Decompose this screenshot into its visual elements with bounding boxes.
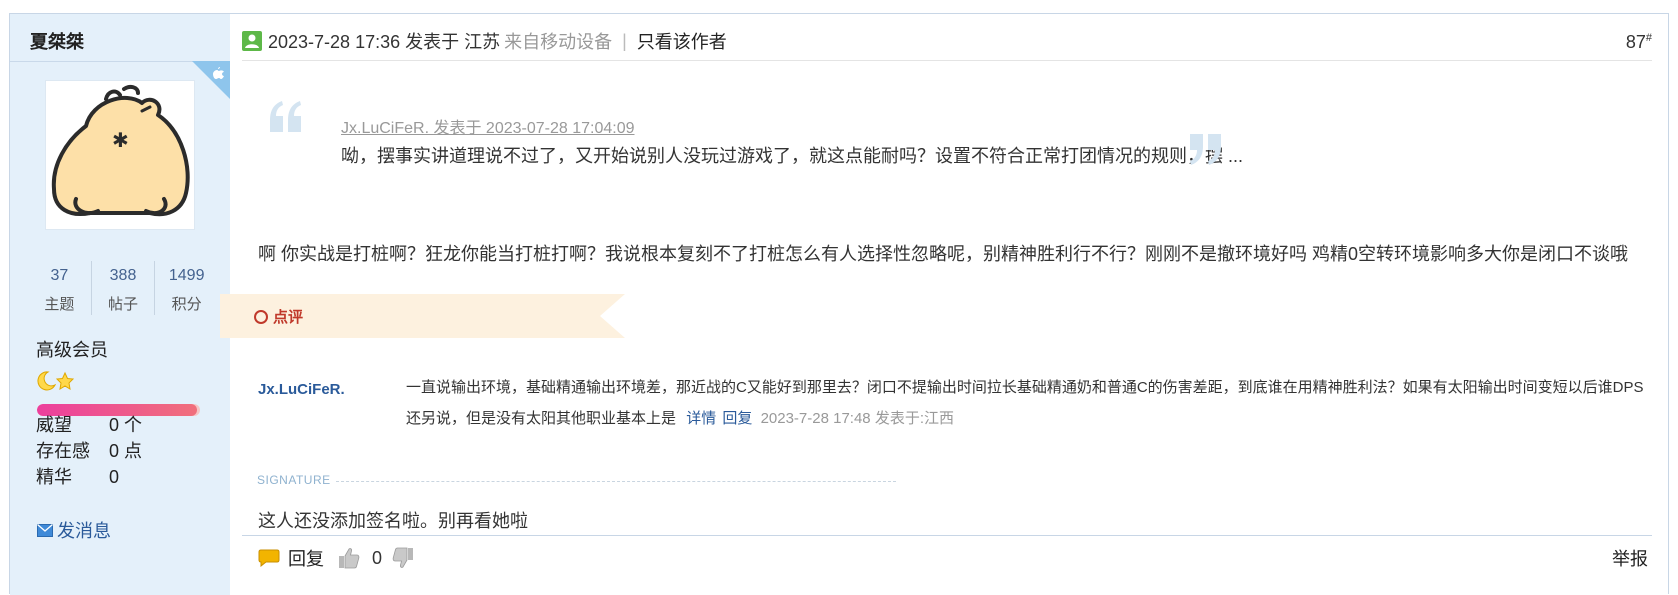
stat-label: 帖子 — [108, 296, 139, 313]
moon-icon — [37, 371, 57, 391]
prop-value: 0 — [109, 467, 120, 487]
quote-source-link[interactable]: Jx.LuCiFeR. 发表于 2023-07-28 17:04:09 — [341, 114, 635, 138]
report-link[interactable]: 举报 — [1612, 545, 1648, 571]
comment-tag: 点评 — [254, 306, 303, 327]
comment-author[interactable]: Jx.LuCiFeR. — [258, 381, 345, 398]
prop-key: 威望 — [36, 415, 72, 435]
reply-label: 回复 — [288, 549, 324, 569]
floor-suffix: # — [1645, 32, 1652, 44]
svg-text:✱: ✱ — [112, 128, 129, 152]
post-device: 来自移动设备 — [504, 32, 613, 52]
signature-text: 这人还没添加签名啦。别再看她啦 — [258, 511, 528, 531]
speech-bubble-icon — [258, 549, 280, 567]
comment-time: 2023-7-28 17:48 发表于:江西 — [760, 410, 954, 427]
thumb-up-icon[interactable] — [338, 547, 360, 569]
quote-open-icon — [270, 101, 301, 132]
author-sidebar: 夏桀桀 ✱ 37 主题 388 帖子 1499 积分 高级会员 威望 0 个 存… — [10, 14, 230, 595]
author-name[interactable]: 夏桀桀 — [30, 28, 84, 54]
prop-presence: 存在感 0 点 — [36, 437, 142, 463]
stat-posts[interactable]: 388 帖子 — [92, 261, 156, 315]
only-author-link[interactable]: 只看该作者 — [637, 28, 727, 54]
apple-icon — [192, 61, 230, 99]
post-header: 2023-7-28 17:36 发表于 江苏 来自移动设备 | 只看该作者 — [242, 28, 727, 54]
comment-text: 一直说输出环境，基础精通输出环境差，那近战的C又能好到那里去？闭口不提输出时间拉… — [406, 379, 1644, 427]
stat-points[interactable]: 1499 积分 — [155, 261, 218, 315]
reply-button[interactable]: 回复 — [258, 545, 324, 571]
star-icon — [55, 371, 75, 390]
comment-reply-link[interactable]: 回复 — [722, 410, 752, 427]
signature-divider — [336, 481, 896, 482]
header-separator: | — [622, 30, 627, 51]
author-stats: 37 主题 388 帖子 1499 积分 — [28, 261, 218, 315]
forum-post: 夏桀桀 ✱ 37 主题 388 帖子 1499 积分 高级会员 威望 0 个 存… — [9, 13, 1670, 595]
prop-digest: 精华 0 — [36, 463, 119, 489]
signature-label: SIGNATURE — [257, 473, 331, 487]
avatar-image: ✱ — [51, 84, 190, 217]
support-count: 0 — [372, 547, 383, 568]
rank-icons — [37, 371, 75, 391]
quote-block: Jx.LuCiFeR. 发表于 2023-07-28 17:04:09 呦，摆事… — [266, 98, 1243, 188]
post-body: 啊 你实战是打桩啊？狂龙你能当打桩打啊？我说根本复刻不了打桩怎么有人选择性忽略呢… — [258, 244, 1629, 264]
online-status-icon — [242, 31, 262, 51]
comment-detail-link[interactable]: 详情 — [686, 410, 716, 427]
stat-label: 主题 — [44, 296, 75, 313]
stat-threads[interactable]: 37 主题 — [28, 261, 92, 315]
floor-number[interactable]: 87# — [1626, 32, 1652, 53]
prop-value: 0 点 — [109, 441, 143, 461]
footer-divider — [242, 535, 1652, 536]
prop-key: 存在感 — [36, 441, 90, 461]
send-message-link[interactable]: 发消息 — [37, 517, 111, 543]
comment-content: 一直说输出环境，基础精通输出环境差，那近战的C又能好到那里去？闭口不提输出时间拉… — [406, 372, 1656, 434]
post-footer: 回复 0 — [258, 545, 414, 571]
comment-tag-label: 点评 — [273, 309, 304, 326]
prop-value: 0 个 — [109, 415, 143, 435]
avatar[interactable]: ✱ — [45, 80, 195, 230]
user-group[interactable]: 高级会员 — [36, 336, 108, 362]
stat-value: 388 — [109, 267, 137, 284]
post-content: 2023-7-28 17:36 发表于 江苏 来自移动设备 | 只看该作者 87… — [220, 14, 1670, 595]
stat-value: 37 — [50, 267, 69, 284]
stat-label: 积分 — [171, 296, 202, 313]
header-divider — [242, 60, 1652, 61]
stat-value: 1499 — [168, 267, 205, 284]
send-message-label: 发消息 — [57, 521, 111, 541]
quote-close-icon — [1190, 134, 1221, 165]
thumb-down-icon[interactable] — [392, 547, 414, 569]
mail-icon — [37, 523, 53, 537]
floor-value: 87 — [1625, 32, 1646, 52]
post-time: 2023-7-28 17:36 发表于 江苏 — [268, 32, 501, 52]
quote-text: 呦，摆事实讲道理说不过了，又开始说别人没玩过游戏了，就这点能耐吗？设置不符合正常… — [341, 146, 1243, 166]
comment-circle-icon — [254, 309, 268, 324]
prop-prestige: 威望 0 个 — [36, 411, 142, 437]
prop-key: 精华 — [36, 467, 72, 487]
